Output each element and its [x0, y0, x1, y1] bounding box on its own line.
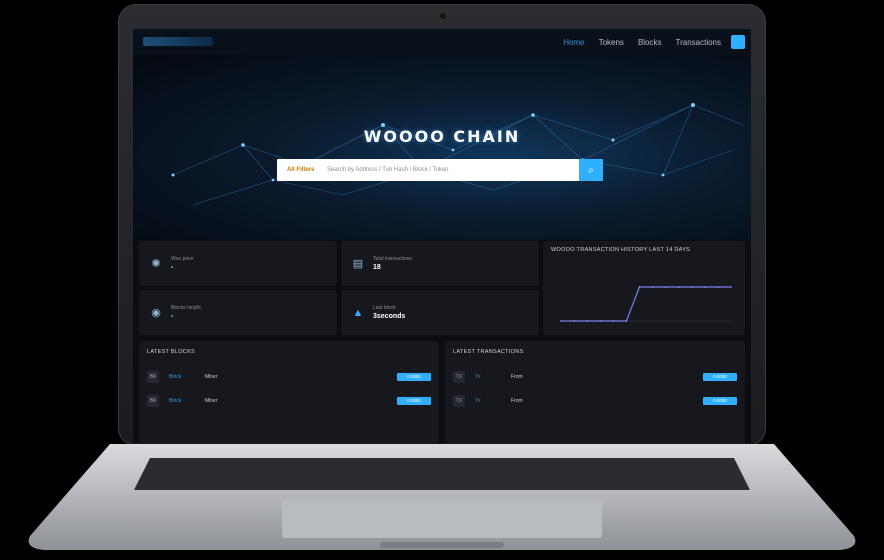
table-row[interactable]: BK Block Miner 0.0000	[147, 389, 431, 413]
data-point	[717, 286, 719, 288]
data-point	[560, 320, 562, 322]
globe-icon: ✺	[151, 258, 161, 270]
history-chart-card: WOOOO TRANSACTION HISTORY LAST 14 DAYS	[543, 241, 745, 335]
hero-banner: WOOOO CHAIN All Filters Search by Addres…	[133, 55, 751, 240]
stat-value: -	[171, 264, 174, 271]
panel-title: LATEST BLOCKS	[147, 349, 196, 355]
data-point	[690, 286, 693, 288]
network-icon: ◉	[151, 307, 161, 319]
latest-section: LATEST BLOCKS BK Block Miner 0.0000 BK B…	[139, 341, 745, 443]
series-line	[561, 286, 731, 322]
search-filter-select[interactable]: All Filters	[277, 167, 327, 173]
miner-link[interactable]: Miner	[205, 374, 397, 380]
block-badge: BK	[147, 395, 159, 407]
data-point	[573, 320, 575, 322]
value-badge: 0.0000	[703, 373, 737, 381]
search-icon: ⌕	[588, 164, 594, 176]
camera-icon	[439, 12, 447, 20]
browser-screen: Home Tokens Blocks Transactions WOOOO CH…	[133, 29, 751, 443]
data-point	[704, 286, 706, 288]
database-icon: ▤	[352, 258, 364, 270]
stat-card-price: ✺ Woo price -	[139, 241, 337, 286]
menu-button[interactable]	[731, 35, 745, 49]
search-bar[interactable]: All Filters Search by Address / Txn Hash…	[277, 159, 603, 181]
data-point	[638, 286, 641, 288]
data-point	[599, 320, 602, 322]
block-badge: BK	[147, 371, 159, 383]
stat-value: 3seconds	[373, 313, 406, 320]
stat-label: Blocks height	[171, 305, 201, 311]
stat-card-height: ◉ Blocks height -	[139, 290, 337, 335]
history-chart	[560, 286, 732, 322]
data-point	[586, 320, 588, 322]
stat-label: Total transactions	[373, 256, 412, 262]
data-point	[677, 286, 680, 288]
stat-value: -	[171, 313, 174, 320]
reward-badge: 0.0000	[397, 397, 431, 405]
nav-tokens[interactable]: Tokens	[599, 38, 624, 47]
data-point	[664, 286, 667, 288]
data-point	[730, 286, 732, 288]
stat-value: 18	[373, 264, 381, 271]
table-row[interactable]: TX Tx From 0.0000	[453, 389, 737, 413]
search-button[interactable]: ⌕	[579, 159, 603, 181]
top-navbar: Home Tokens Blocks Transactions	[133, 29, 751, 55]
nav-blocks[interactable]: Blocks	[638, 38, 662, 47]
from-link[interactable]: From	[511, 374, 703, 380]
table-row[interactable]: BK Block Miner 0.0000	[147, 365, 431, 389]
from-link[interactable]: From	[511, 398, 703, 404]
tx-link[interactable]: Tx	[475, 374, 511, 380]
reward-badge: 0.0000	[397, 373, 431, 381]
brand-title: WOOOO CHAIN	[363, 127, 521, 146]
tx-badge: TX	[453, 371, 465, 383]
stat-label: Woo price	[171, 256, 194, 262]
stats-section: ✺ Woo price - ▤ Total transactions 18 ◉ …	[139, 241, 745, 335]
nav-transactions[interactable]: Transactions	[676, 38, 722, 47]
data-point	[625, 320, 628, 322]
miner-link[interactable]: Miner	[205, 398, 397, 404]
laptop-lid: Home Tokens Blocks Transactions WOOOO CH…	[118, 4, 766, 446]
value-badge: 0.0000	[703, 397, 737, 405]
data-point	[612, 320, 615, 322]
stat-label: Last block	[373, 305, 396, 311]
triangle-icon: ▲	[352, 306, 364, 319]
stat-grid: ✺ Woo price - ▤ Total transactions 18 ◉ …	[139, 241, 539, 335]
chart-title: WOOOO TRANSACTION HISTORY LAST 14 DAYS	[551, 247, 691, 253]
tx-badge: TX	[453, 395, 465, 407]
block-link[interactable]: Block	[169, 398, 205, 404]
site-logo[interactable]	[143, 37, 213, 46]
tx-link[interactable]: Tx	[475, 398, 511, 404]
network-background	[171, 103, 744, 206]
panel-title: LATEST TRANSACTIONS	[453, 349, 524, 355]
stat-card-last-block: ▲ Last block 3seconds	[341, 290, 539, 335]
latest-blocks-panel: LATEST BLOCKS BK Block Miner 0.0000 BK B…	[139, 341, 439, 443]
latest-transactions-panel: LATEST TRANSACTIONS TX Tx From 0.0000 TX…	[445, 341, 745, 443]
data-point	[651, 286, 654, 288]
laptop-base	[28, 444, 856, 550]
stat-card-transactions: ▤ Total transactions 18	[341, 241, 539, 286]
block-link[interactable]: Block	[169, 374, 205, 380]
nav-home[interactable]: Home	[563, 38, 584, 47]
table-row[interactable]: TX Tx From 0.0000	[453, 365, 737, 389]
search-input[interactable]: Search by Address / Txn Hash / Block / T…	[327, 167, 579, 173]
